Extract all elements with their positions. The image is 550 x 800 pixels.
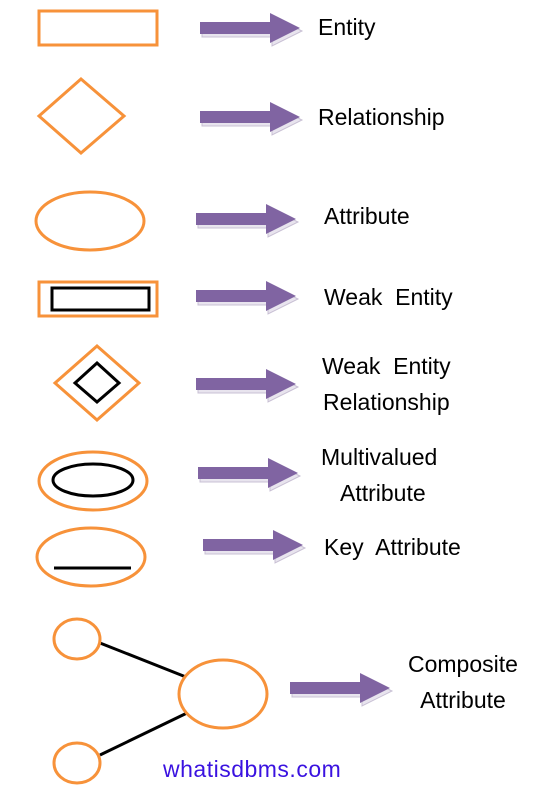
weak-relationship-symbol [52,344,142,422]
label-relationship: Relationship [318,104,445,130]
arrow-icon [200,102,303,136]
footer-watermark: whatisdbms.com [163,756,342,782]
label-weak-entity: Weak Entity [324,284,453,310]
label-weak-relationship: Weak Entity Relationship [322,353,451,415]
arrow-icon [203,530,306,564]
relationship-symbol [36,77,127,155]
arrow-icon [200,13,303,47]
arrow-icon [196,369,299,403]
key-attribute-symbol [35,526,147,588]
attribute-symbol [34,190,146,252]
arrow-icon [198,458,301,492]
weak-entity-symbol [37,280,159,318]
arrow-icon [290,673,393,707]
label-entity: Entity [318,14,376,40]
label-multivalued-attribute: Multivalued Attribute [321,444,438,506]
entity-symbol [37,9,159,47]
multivalued-attribute-symbol [37,450,149,512]
arrow-icon [196,204,299,238]
label-composite-attribute: Composite Attribute [408,651,518,713]
arrow-icon [196,281,299,315]
label-attribute: Attribute [324,203,410,229]
label-key-attribute: Key Attribute [324,534,461,560]
